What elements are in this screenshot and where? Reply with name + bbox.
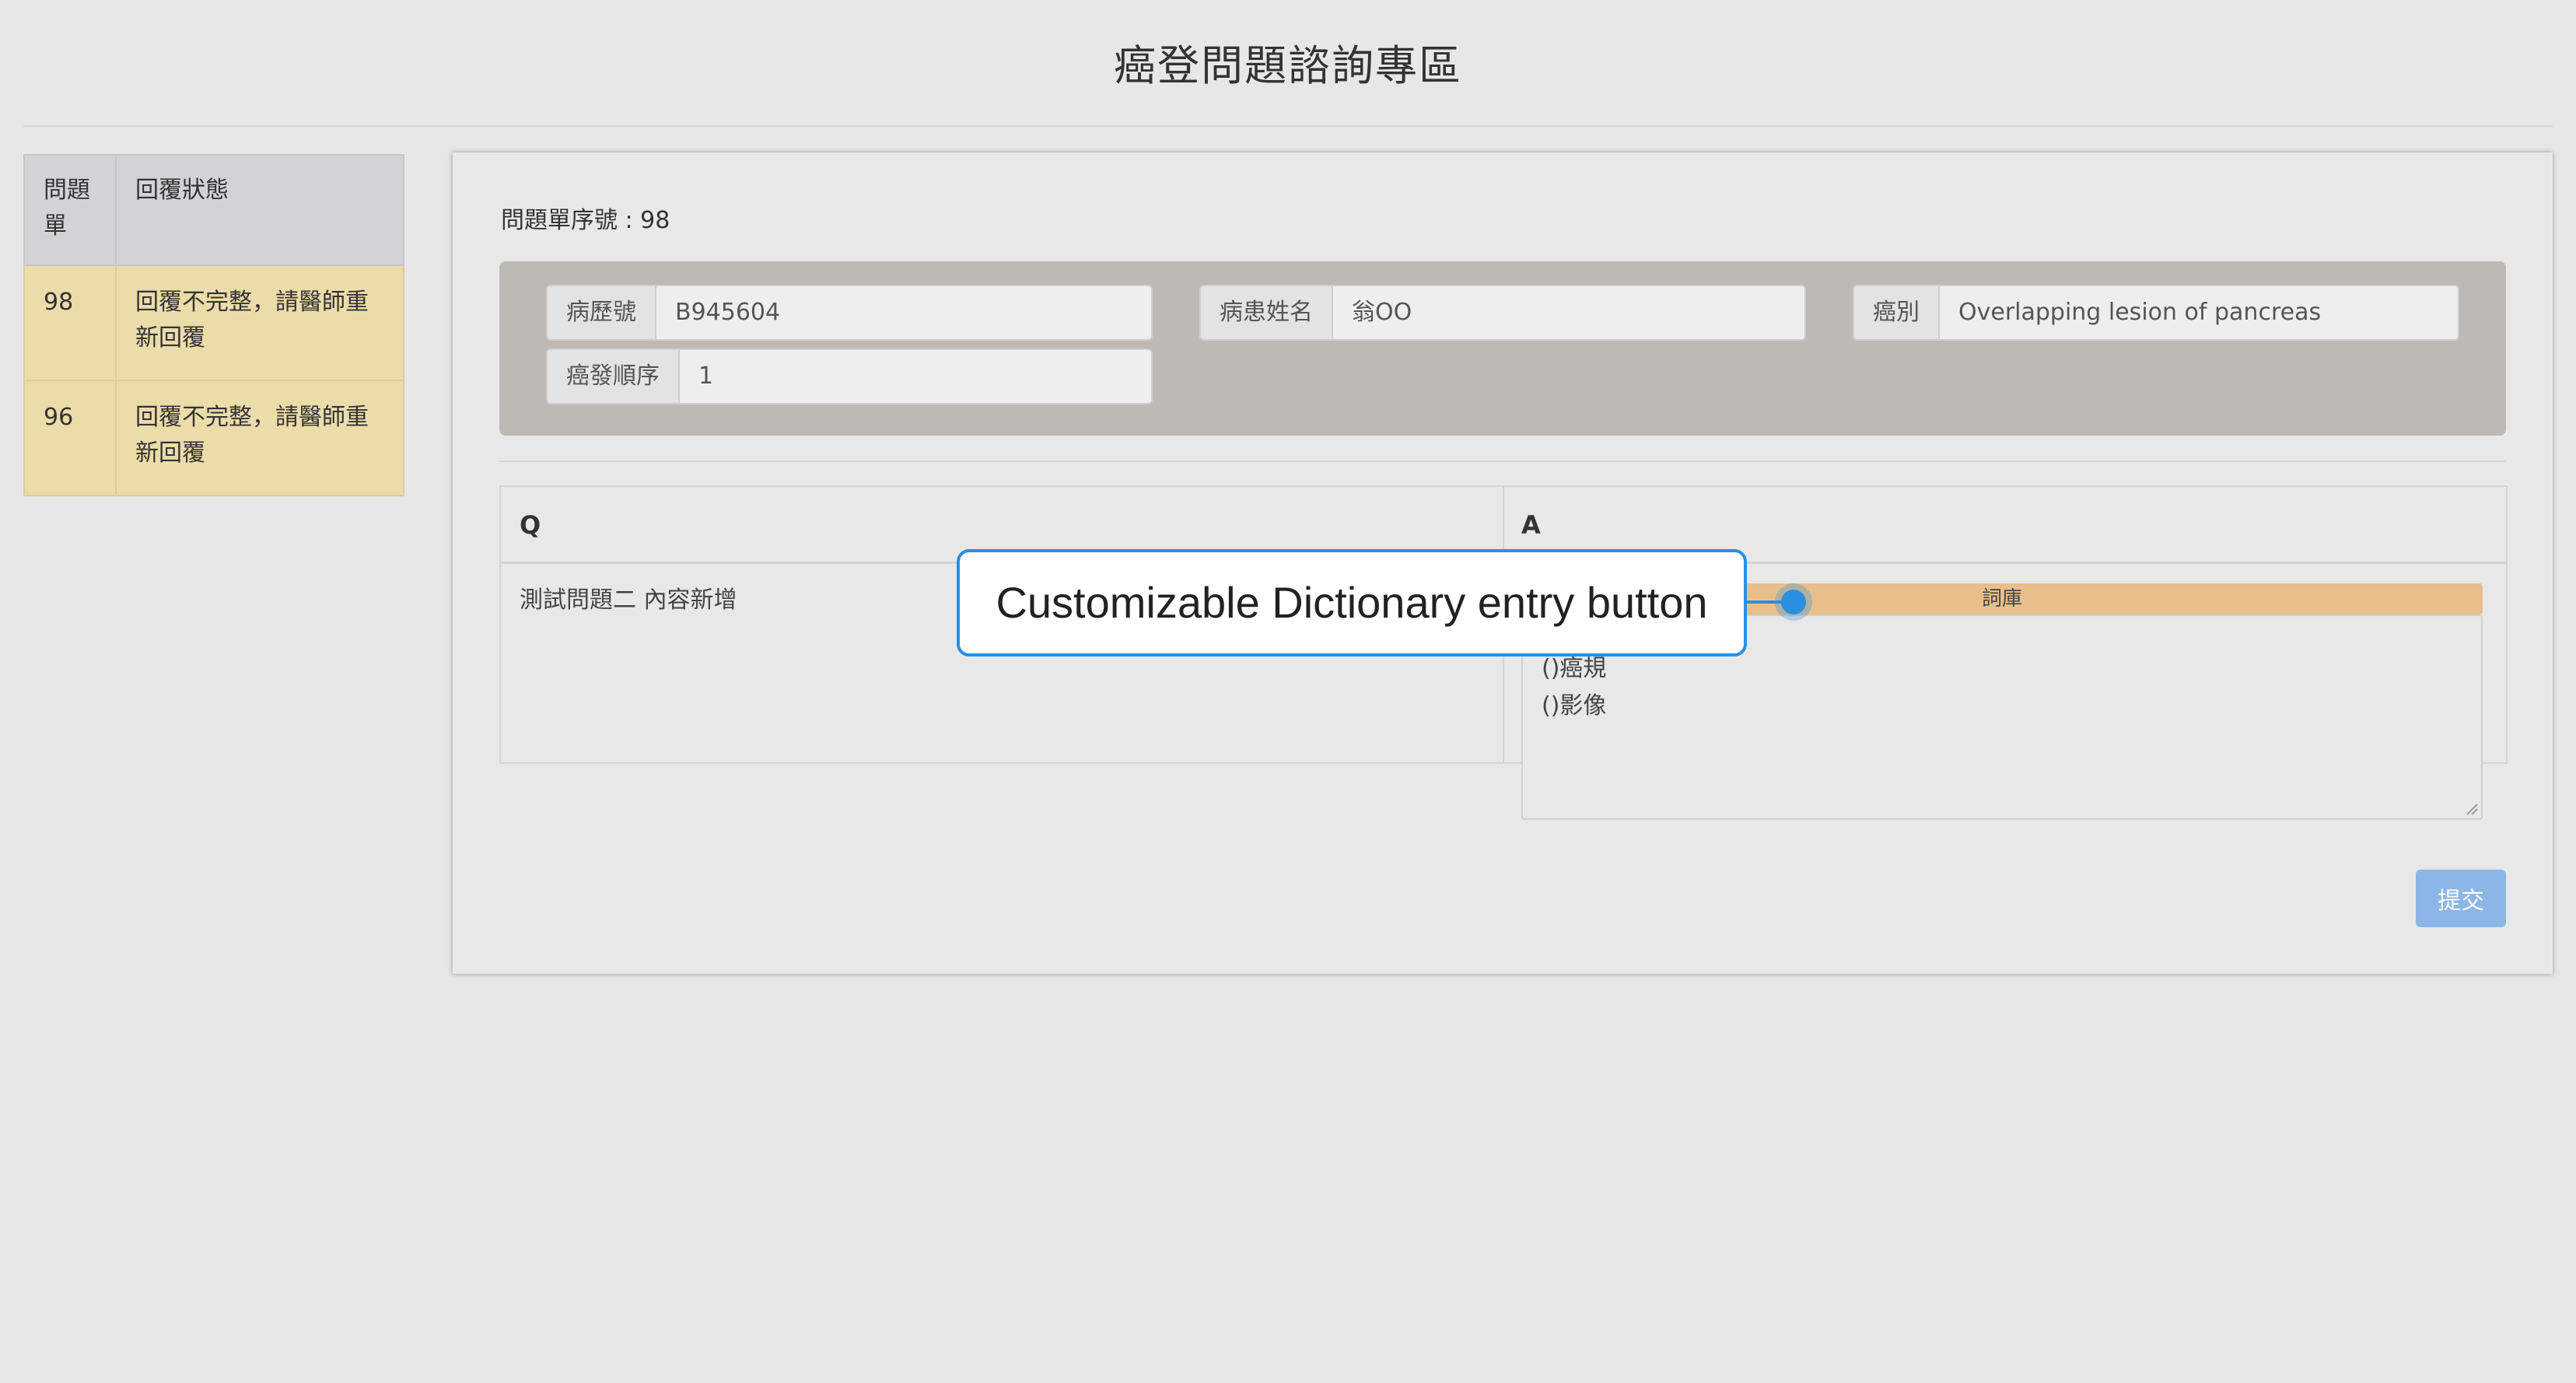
question-id-cell[interactable]: 96 xyxy=(23,380,117,496)
cancer-type-label: 癌別 xyxy=(1854,286,1940,339)
question-column-header: Q xyxy=(520,510,541,540)
record-number-label: 病歷號 xyxy=(548,286,656,339)
patient-info-box: 病歷號 B945604 病患姓名 翁OO 癌別 Overlapping lesi… xyxy=(499,261,2506,436)
serial-number-label: 問題單序號 : 98 xyxy=(501,207,670,234)
question-id-cell[interactable]: 98 xyxy=(23,264,117,381)
table-header-row: 問題單 回覆狀態 xyxy=(23,154,404,266)
patient-name-label: 病患姓名 xyxy=(1201,286,1333,339)
question-list-table: 問題單 回覆狀態 98 回覆不完整，請醫師重新回覆 96 回覆不完整，請醫師重新… xyxy=(23,154,404,496)
table-row[interactable]: 98 回覆不完整，請醫師重新回覆 xyxy=(23,264,404,381)
cancer-type-field: 癌別 Overlapping lesion of pancreas xyxy=(1853,285,2459,341)
reply-status-cell[interactable]: 回覆不完整，請醫師重新回覆 xyxy=(115,264,404,381)
cancer-order-label: 癌發順序 xyxy=(548,350,680,403)
column-header-status: 回覆狀態 xyxy=(115,154,404,266)
cancer-order-field: 癌發順序 1 xyxy=(546,348,1153,404)
record-number-value: B945604 xyxy=(656,286,1151,339)
question-text: 測試問題二 內容新增 xyxy=(520,586,737,614)
answer-column-header: A xyxy=(1521,510,1541,540)
record-number-field: 病歷號 B945604 xyxy=(546,285,1153,341)
column-header-question: 問題單 xyxy=(23,154,117,266)
page-title: 癌登問題諮詢專區 xyxy=(1114,41,1462,90)
section-divider xyxy=(499,460,2506,462)
callout-marker-dot xyxy=(1781,590,1806,614)
resize-grip-icon[interactable] xyxy=(2464,801,2478,815)
cancer-type-value: Overlapping lesion of pancreas xyxy=(1940,286,2458,339)
answer-line: ()影像 xyxy=(1542,692,1607,720)
submit-button[interactable]: 提交 xyxy=(2416,870,2506,927)
reply-status-cell[interactable]: 回覆不完整，請醫師重新回覆 xyxy=(115,380,404,496)
cancer-order-value: 1 xyxy=(680,350,1151,403)
annotation-callout: Customizable Dictionary entry button xyxy=(957,549,1747,656)
table-row[interactable]: 96 回覆不完整，請醫師重新回覆 xyxy=(23,380,404,496)
title-divider xyxy=(23,125,2553,127)
patient-name-field: 病患姓名 翁OO xyxy=(1199,285,1806,341)
patient-name-value: 翁OO xyxy=(1333,286,1804,339)
